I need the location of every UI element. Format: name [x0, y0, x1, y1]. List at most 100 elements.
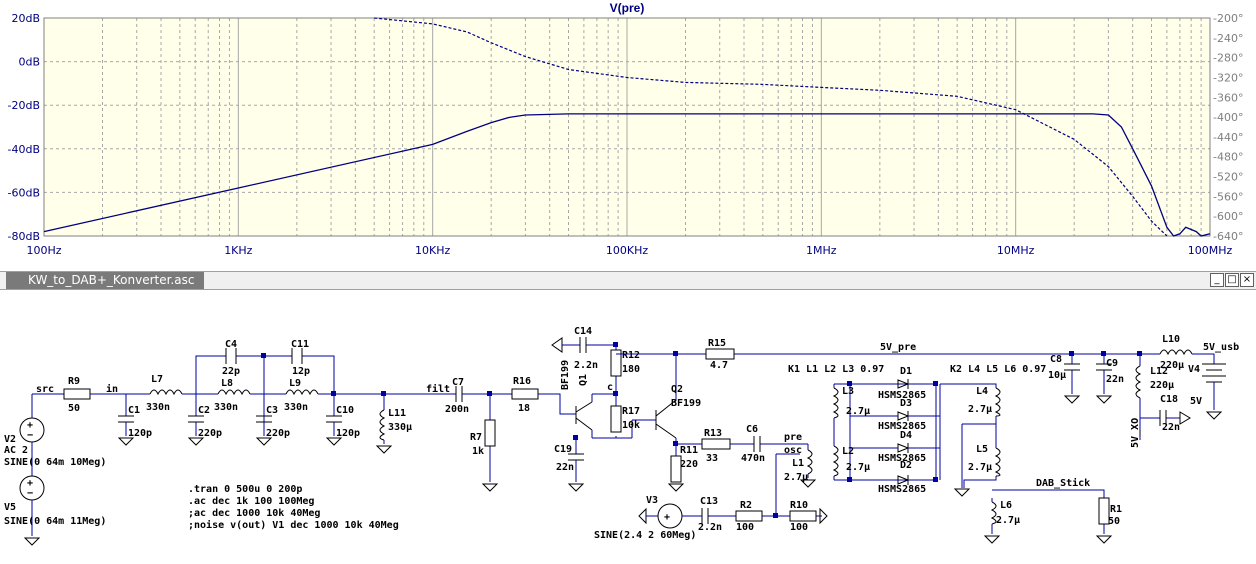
l1-value[interactable]: 2.7µ: [784, 472, 808, 483]
d2-ref[interactable]: D2: [900, 460, 912, 471]
v2-ref[interactable]: V2: [4, 434, 16, 445]
l12-ref[interactable]: L12: [1150, 366, 1168, 377]
capacitor-c14[interactable]: [551, 337, 616, 353]
c14-value[interactable]: 2.2n: [574, 360, 598, 371]
r12-value[interactable]: 180: [622, 364, 640, 375]
l8-value[interactable]: 330n: [214, 402, 238, 413]
close-button[interactable]: ×: [1240, 273, 1254, 287]
v2-sine[interactable]: SINE(0 64m 10Meg): [4, 457, 106, 468]
r1-value[interactable]: 50: [1108, 516, 1120, 527]
r11-ref[interactable]: R11: [680, 445, 698, 456]
c1-value[interactable]: 120p: [128, 428, 152, 439]
resistor-r10[interactable]: [789, 510, 817, 522]
resistor-r7[interactable]: [482, 394, 498, 492]
waveform-plot-pane[interactable]: 100Hz 1KHz 10KHz 100KHz 1MHz 10MHz 100MHz 20dB…: [0, 0, 1256, 268]
inductor-l7[interactable]: [149, 389, 183, 396]
v4-value[interactable]: 5V: [1190, 396, 1202, 407]
c9-value[interactable]: 22n: [1106, 374, 1124, 385]
c4-ref[interactable]: C4: [225, 339, 237, 350]
r10-value[interactable]: 100: [790, 522, 808, 533]
capacitor-c7[interactable]: [455, 386, 463, 402]
c6-value[interactable]: 470n: [741, 453, 765, 464]
resistor-r17[interactable]: [610, 405, 622, 433]
resistor-r13[interactable]: [701, 438, 731, 450]
net-5v-usb[interactable]: 5V_usb: [1203, 342, 1239, 353]
r15-ref[interactable]: R15: [708, 338, 726, 349]
maximize-button[interactable]: □: [1225, 273, 1239, 287]
inductor-l9[interactable]: [285, 389, 319, 396]
directive-ac[interactable]: .ac dec 1k 100 100Meg: [188, 496, 314, 507]
v2-value[interactable]: AC 2: [4, 445, 28, 456]
v5-value[interactable]: SINE(0 64m 11Meg): [4, 516, 106, 527]
l11-value[interactable]: 330µ: [388, 422, 412, 433]
c9-ref[interactable]: C9: [1106, 358, 1118, 369]
q2-ref[interactable]: Q2: [671, 384, 683, 395]
c10-ref[interactable]: C10: [336, 405, 354, 416]
c11-ref[interactable]: C11: [291, 339, 309, 350]
l3-ref[interactable]: L3: [842, 386, 854, 397]
net-pre[interactable]: pre: [784, 432, 802, 443]
c18-value[interactable]: 22n: [1162, 422, 1180, 433]
resistor-r9[interactable]: [63, 388, 91, 400]
q1-ref[interactable]: Q1: [578, 374, 589, 386]
resistor-r16[interactable]: [511, 388, 539, 400]
schematic-svg[interactable]: + − + − V2 AC 2 SINE(0 64m 10Meg) V5 SIN…: [0, 290, 1256, 559]
schematic-canvas[interactable]: + − + − V2 AC 2 SINE(0 64m 10Meg) V5 SIN…: [0, 290, 1256, 559]
coupling-k1[interactable]: K1 L1 L2 L3 0.97: [788, 364, 884, 375]
net-src[interactable]: src: [36, 384, 54, 395]
transistor-q1[interactable]: [575, 394, 593, 438]
net-osc[interactable]: osc: [784, 445, 802, 456]
c8-value[interactable]: 10µ: [1048, 370, 1066, 381]
q2-value[interactable]: BF199: [671, 398, 701, 409]
r13-value[interactable]: 33: [706, 453, 718, 464]
r17-ref[interactable]: R17: [622, 406, 640, 417]
c19-value[interactable]: 22n: [556, 462, 574, 473]
inductor-l8[interactable]: [217, 389, 251, 396]
l8-ref[interactable]: L8: [221, 378, 233, 389]
l6-ref[interactable]: L6: [1000, 500, 1012, 511]
r1-ref[interactable]: R1: [1110, 504, 1122, 515]
c7-ref[interactable]: C7: [452, 377, 464, 388]
d3-ref[interactable]: D3: [900, 398, 912, 409]
c3-ref[interactable]: C3: [266, 405, 278, 416]
c4-value[interactable]: 22p: [222, 366, 240, 377]
net-in[interactable]: in: [106, 383, 118, 395]
q1-value[interactable]: BF199: [560, 360, 571, 390]
r16-value[interactable]: 18: [518, 403, 530, 414]
l6-value[interactable]: 2.7µ: [996, 515, 1020, 526]
c2-ref[interactable]: C2: [198, 405, 210, 416]
minimize-button[interactable]: _: [1210, 273, 1224, 287]
c19-ref[interactable]: C19: [554, 444, 572, 455]
c10-value[interactable]: 120p: [336, 428, 360, 439]
c14-ref[interactable]: C14: [574, 326, 592, 337]
directive-noise-commented[interactable]: ;noise v(out) V1 dec 1000 10k 40Meg: [188, 519, 399, 531]
r17-value[interactable]: 10k: [622, 420, 640, 431]
inductor-l4-l5[interactable]: [940, 383, 1001, 497]
r2-value[interactable]: 100: [736, 522, 754, 533]
r10-ref[interactable]: R10: [790, 500, 808, 511]
c13-ref[interactable]: C13: [700, 496, 718, 507]
l5-ref[interactable]: L5: [976, 444, 988, 455]
directive-ac-commented[interactable]: ;ac dec 1000 10k 40Meg: [188, 508, 320, 519]
c7-value[interactable]: 200n: [445, 404, 469, 415]
power-supply[interactable]: [1064, 349, 1226, 440]
schematic-window-titlebar[interactable]: KW_to_DAB+_Konverter.asc _ □ ×: [0, 271, 1256, 290]
r9-value[interactable]: 50: [68, 403, 80, 414]
coupling-k2[interactable]: K2 L4 L5 L6 0.97: [950, 364, 1046, 375]
r15-value[interactable]: 4.7: [710, 360, 728, 371]
c13-value[interactable]: 2.2n: [698, 522, 722, 533]
l4-value[interactable]: 2.7µ: [968, 404, 992, 415]
c3-value[interactable]: 220p: [266, 428, 290, 439]
directive-tran[interactable]: .tran 0 500u 0 200p: [188, 484, 302, 495]
net-filt[interactable]: filt: [426, 383, 450, 395]
bode-plot[interactable]: 100Hz 1KHz 10KHz 100KHz 1MHz 10MHz 100MHz 20dB…: [0, 0, 1256, 268]
net-c[interactable]: c: [607, 382, 613, 393]
l3-value[interactable]: 2.7µ: [846, 406, 870, 417]
r7-value[interactable]: 1k: [472, 446, 484, 457]
r13-ref[interactable]: R13: [704, 428, 722, 439]
l2-value[interactable]: 2.7µ: [846, 462, 870, 473]
net-5v-pre[interactable]: 5V_pre: [880, 342, 916, 353]
c1-ref[interactable]: C1: [128, 405, 140, 416]
plot-trace-title[interactable]: V(pre): [610, 1, 645, 15]
resistor-r15[interactable]: [705, 348, 735, 360]
